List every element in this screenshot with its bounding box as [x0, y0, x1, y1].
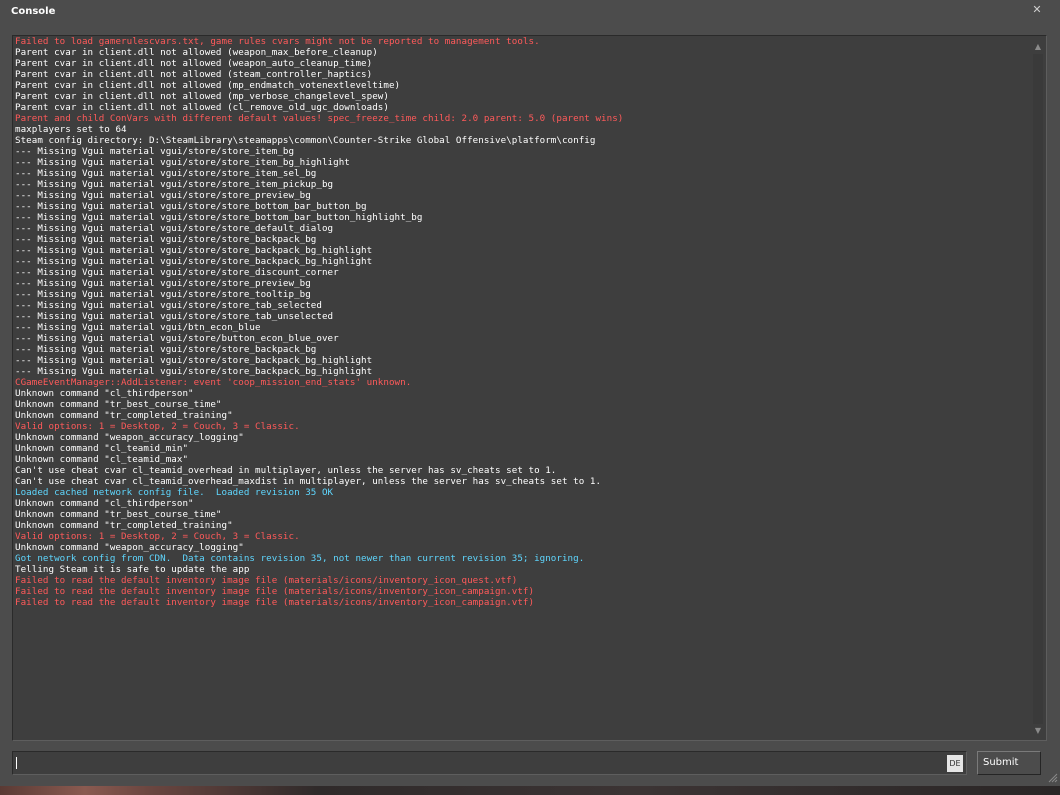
- log-line: Unknown command "tr_best_course_time": [15, 509, 222, 520]
- log-line: Valid options: 1 = Desktop, 2 = Couch, 3…: [15, 531, 300, 542]
- log-line: Failed to read the default inventory ima…: [15, 575, 518, 586]
- log-line: Parent cvar in client.dll not allowed (m…: [15, 80, 401, 91]
- log-line: --- Missing Vgui material vgui/store/but…: [15, 333, 339, 344]
- log-line: Unknown command "tr_best_course_time": [15, 399, 222, 410]
- scroll-thumb[interactable]: [1033, 54, 1043, 724]
- log-line: Steam config directory: D:\SteamLibrary\…: [15, 135, 596, 146]
- console-window: Console ✕ Failed to load gamerulescvars.…: [0, 0, 1060, 786]
- log-line: --- Missing Vgui material vgui/store/sto…: [15, 300, 322, 311]
- log-line: --- Missing Vgui material vgui/store/sto…: [15, 366, 373, 377]
- log-line: Parent cvar in client.dll not allowed (m…: [15, 91, 389, 102]
- log-line: Telling Steam it is safe to update the a…: [15, 564, 250, 575]
- log-line: Parent cvar in client.dll not allowed (w…: [15, 58, 373, 69]
- log-line: --- Missing Vgui material vgui/store/sto…: [15, 201, 367, 212]
- window-title: Console: [11, 6, 56, 17]
- scrollbar[interactable]: ▲ ▼: [1030, 36, 1046, 740]
- log-line: Parent cvar in client.dll not allowed (c…: [15, 102, 389, 113]
- log-line: Parent cvar in client.dll not allowed (s…: [15, 69, 373, 80]
- submit-button[interactable]: Submit: [977, 751, 1041, 775]
- log-line: --- Missing Vgui material vgui/store/sto…: [15, 256, 373, 267]
- log-line: Loaded cached network config file. Loade…: [15, 487, 334, 498]
- log-line: --- Missing Vgui material vgui/store/sto…: [15, 289, 311, 300]
- log-line: --- Missing Vgui material vgui/store/sto…: [15, 223, 334, 234]
- command-input-box[interactable]: DE: [12, 751, 967, 775]
- close-icon[interactable]: ✕: [1030, 3, 1044, 17]
- desktop-background: [0, 786, 1060, 795]
- log-line: --- Missing Vgui material vgui/store/sto…: [15, 245, 373, 256]
- log-line: maxplayers set to 64: [15, 124, 127, 135]
- log-line: Parent cvar in client.dll not allowed (w…: [15, 47, 378, 58]
- log-line: Unknown command "tr_completed_training": [15, 520, 233, 531]
- log-line: --- Missing Vgui material vgui/store/sto…: [15, 278, 311, 289]
- log-line: --- Missing Vgui material vgui/store/sto…: [15, 157, 350, 168]
- command-input[interactable]: [15, 754, 941, 772]
- log-line: --- Missing Vgui material vgui/store/sto…: [15, 212, 423, 223]
- log-line: Valid options: 1 = Desktop, 2 = Couch, 3…: [15, 421, 300, 432]
- log-line: CGameEventManager::AddListener: event 'c…: [15, 377, 412, 388]
- scroll-up-arrow-icon[interactable]: ▲: [1033, 42, 1043, 52]
- log-line: Unknown command "tr_completed_training": [15, 410, 233, 421]
- log-line: Unknown command "weapon_accuracy_logging…: [15, 432, 244, 443]
- title-bar[interactable]: Console ✕: [0, 0, 1060, 22]
- scroll-down-arrow-icon[interactable]: ▼: [1033, 726, 1043, 736]
- log-line: Failed to read the default inventory ima…: [15, 597, 535, 608]
- log-line: Failed to read the default inventory ima…: [15, 586, 535, 597]
- resize-grip-icon[interactable]: [1048, 773, 1058, 783]
- log-line: Unknown command "cl_teamid_max": [15, 454, 189, 465]
- log-line: Unknown command "cl_thirdperson": [15, 388, 194, 399]
- log-line: --- Missing Vgui material vgui/store/sto…: [15, 355, 373, 366]
- log-line: --- Missing Vgui material vgui/store/sto…: [15, 179, 334, 190]
- log-line: --- Missing Vgui material vgui/store/sto…: [15, 311, 334, 322]
- console-log[interactable]: Failed to load gamerulescvars.txt, game …: [12, 35, 1047, 741]
- log-line: Parent and child ConVars with different …: [15, 113, 624, 124]
- log-lines: Failed to load gamerulescvars.txt, game …: [15, 36, 1027, 608]
- log-line: --- Missing Vgui material vgui/store/sto…: [15, 146, 295, 157]
- language-indicator: DE: [947, 755, 963, 772]
- text-caret: [16, 757, 17, 769]
- log-line: --- Missing Vgui material vgui/store/sto…: [15, 168, 317, 179]
- log-line: --- Missing Vgui material vgui/btn_econ_…: [15, 322, 261, 333]
- log-line: Got network config from CDN. Data contai…: [15, 553, 585, 564]
- log-line: Unknown command "cl_teamid_min": [15, 443, 189, 454]
- log-line: Unknown command "weapon_accuracy_logging…: [15, 542, 244, 553]
- log-line: Can't use cheat cvar cl_teamid_overhead_…: [15, 476, 602, 487]
- log-line: Can't use cheat cvar cl_teamid_overhead …: [15, 465, 557, 476]
- log-line: --- Missing Vgui material vgui/store/sto…: [15, 267, 339, 278]
- log-line: Failed to load gamerulescvars.txt, game …: [15, 36, 540, 47]
- log-line: --- Missing Vgui material vgui/store/sto…: [15, 190, 311, 201]
- log-line: --- Missing Vgui material vgui/store/sto…: [15, 344, 317, 355]
- log-line: --- Missing Vgui material vgui/store/sto…: [15, 234, 317, 245]
- log-line: Unknown command "cl_thirdperson": [15, 498, 194, 509]
